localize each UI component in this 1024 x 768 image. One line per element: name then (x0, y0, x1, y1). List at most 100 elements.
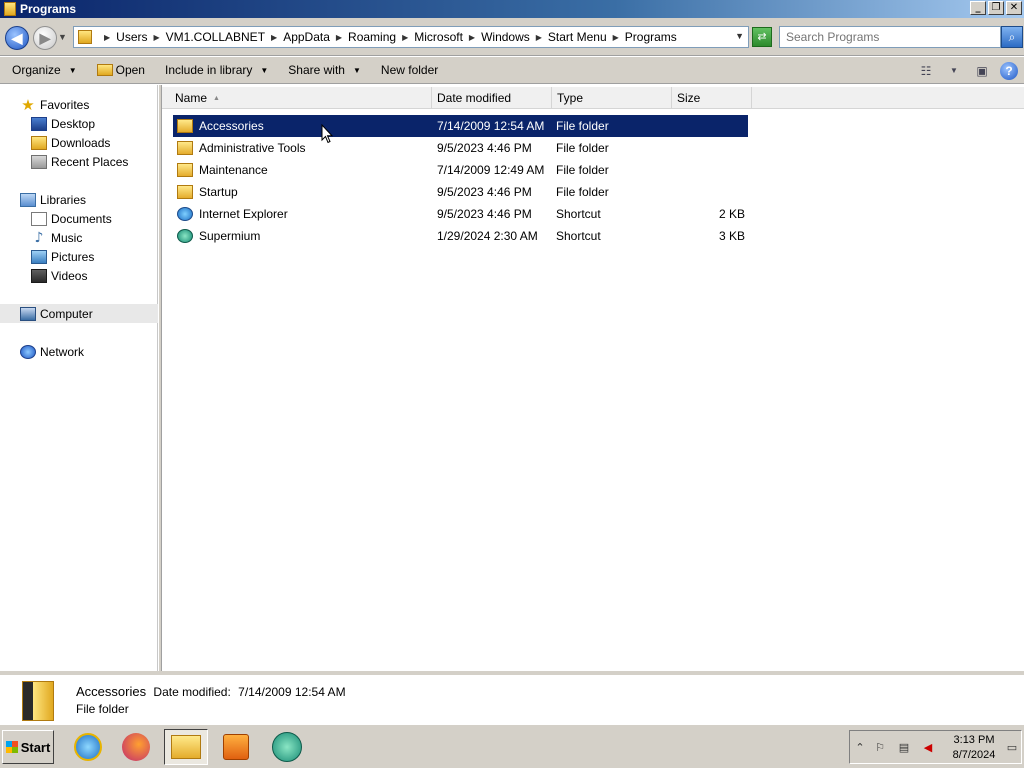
breadcrumb-separator-icon[interactable]: ▶ (271, 33, 277, 42)
file-name: Startup (199, 185, 238, 199)
nav-videos[interactable]: Videos (0, 266, 158, 285)
preview-pane-icon[interactable]: ▣ (972, 62, 992, 80)
title-bar[interactable]: Programs _ ❐ ✕ (0, 0, 1024, 18)
folder-icon (22, 681, 54, 721)
window-title: Programs (20, 2, 77, 16)
window-controls: _ ❐ ✕ (970, 1, 1022, 15)
start-button[interactable]: Start (2, 730, 54, 764)
breadcrumb-item[interactable]: Programs (625, 30, 677, 44)
details-type: File folder (76, 702, 129, 716)
column-header-name[interactable]: Name ▲ (170, 87, 432, 109)
breadcrumb-separator-icon[interactable]: ▶ (613, 33, 619, 42)
refresh-button[interactable]: ⇄ (752, 27, 772, 47)
file-row[interactable]: Startup 9/5/2023 4:46 PM File folder (173, 181, 748, 203)
nav-music[interactable]: ♪ Music (0, 228, 158, 247)
close-button[interactable]: ✕ (1006, 1, 1022, 15)
breadcrumb-separator-icon[interactable]: ▶ (536, 33, 542, 42)
breadcrumb-separator-icon[interactable]: ▶ (154, 33, 160, 42)
nav-label: Documents (51, 211, 112, 226)
change-view-icon[interactable]: ☷ (916, 62, 936, 80)
clock-date: 8/7/2024 (952, 749, 996, 761)
show-hidden-icons-icon[interactable]: ⌃ (853, 741, 867, 755)
breadcrumb-separator-icon[interactable]: ▶ (336, 33, 342, 42)
computer-icon (20, 306, 36, 321)
address-dropdown-icon[interactable]: ▼ (735, 31, 744, 41)
share-with-label: Share with (288, 63, 345, 77)
new-folder-button[interactable]: New folder (381, 59, 438, 81)
address-bar[interactable]: ▶ Users ▶ VM1.COLLABNET ▶ AppData ▶ Roaming ▶ Mic… (73, 26, 749, 48)
nav-label: Downloads (51, 135, 111, 150)
breadcrumb: ▶ Users ▶ VM1.COLLABNET ▶ AppData ▶ Roaming ▶ Mic… (98, 30, 677, 44)
search-icon[interactable]: ⌕ (1001, 26, 1023, 48)
file-row[interactable]: Maintenance 7/14/2009 12:49 AM File folder (173, 159, 748, 181)
folder-icon (177, 185, 193, 199)
column-headers: Name ▲ Date modified Type Size (162, 87, 1024, 109)
pictures-icon (31, 249, 47, 264)
back-button[interactable]: ◀ (5, 26, 29, 50)
show-desktop-icon[interactable]: ▭ (1005, 741, 1019, 755)
navigation-pane: ★ Favorites Desktop Downloads Recent Pla… (0, 85, 158, 671)
share-with-menu[interactable]: Share with ▼ (288, 59, 361, 81)
nav-favorites[interactable]: ★ Favorites (0, 95, 158, 114)
column-header-date[interactable]: Date modified (432, 87, 552, 109)
nav-documents[interactable]: Documents (0, 209, 158, 228)
file-row[interactable]: Internet Explorer 9/5/2023 4:46 PM Shortcu… (173, 203, 748, 225)
nav-network[interactable]: Network (0, 342, 158, 361)
network-tray-icon[interactable]: ▤ (897, 741, 911, 755)
breadcrumb-item[interactable]: Microsoft (414, 30, 463, 44)
file-size: 3 KB (718, 229, 745, 243)
nav-libraries[interactable]: Libraries (0, 190, 158, 209)
breadcrumb-separator-icon[interactable]: ▶ (469, 33, 475, 42)
taskbar-internet-explorer[interactable] (66, 729, 110, 765)
search-input[interactable] (780, 27, 1000, 47)
nav-downloads[interactable]: Downloads (0, 133, 158, 152)
minimize-button[interactable]: _ (970, 1, 986, 15)
action-center-flag-icon[interactable]: ⚐ (873, 741, 887, 755)
column-header-size[interactable]: Size (672, 87, 752, 109)
clock-time: 3:13 PM (953, 734, 995, 746)
search-box[interactable] (779, 26, 1001, 48)
nav-recent-places[interactable]: Recent Places (0, 152, 158, 171)
open-button[interactable]: Open (96, 59, 145, 81)
breadcrumb-separator-icon[interactable]: ▶ (402, 33, 408, 42)
restore-button[interactable]: ❐ (988, 1, 1004, 15)
breadcrumb-item[interactable]: Start Menu (548, 30, 607, 44)
file-row[interactable]: Supermium 1/29/2024 2:30 AM Shortcut 3 KB (173, 225, 748, 247)
nav-label: Desktop (51, 116, 96, 131)
clock[interactable]: 3:13 PM 8/7/2024 (946, 733, 1002, 763)
nav-desktop[interactable]: Desktop (0, 114, 158, 133)
nav-pictures[interactable]: Pictures (0, 247, 158, 266)
taskbar-supermium[interactable] (265, 729, 309, 765)
include-in-library-menu[interactable]: Include in library ▼ (165, 59, 268, 81)
breadcrumb-item[interactable]: AppData (283, 30, 330, 44)
organize-menu[interactable]: Organize ▼ (12, 59, 77, 81)
breadcrumb-item[interactable]: VM1.COLLABNET (166, 30, 265, 44)
file-row[interactable]: Administrative Tools 9/5/2023 4:46 PM File… (173, 137, 748, 159)
taskbar: Start ⌃ ⚐ ▤ ◀ 3:13 PM 8/7/2024 ▭ (0, 724, 1024, 768)
recent-pages-dropdown[interactable]: ▼ (58, 32, 67, 42)
nav-computer[interactable]: Computer (0, 304, 158, 323)
folder-icon (4, 2, 16, 16)
folder-icon (78, 30, 92, 44)
chevron-down-icon: ▼ (68, 65, 77, 75)
taskbar-firefox[interactable] (114, 729, 158, 765)
view-options-dropdown-icon[interactable]: ▼ (944, 62, 964, 80)
internet-explorer-icon (74, 733, 102, 761)
breadcrumb-item[interactable]: Roaming (348, 30, 396, 44)
taskbar-media-player[interactable] (214, 729, 258, 765)
help-icon[interactable]: ? (1000, 61, 1018, 80)
breadcrumb-separator-icon[interactable]: ▶ (104, 33, 110, 42)
file-row[interactable]: Accessories 7/14/2009 12:54 AM File folder (173, 115, 748, 137)
breadcrumb-item[interactable]: Users (116, 30, 147, 44)
downloads-icon (31, 135, 47, 150)
breadcrumb-item[interactable]: Windows (481, 30, 530, 44)
taskbar-windows-explorer[interactable] (164, 729, 208, 765)
file-type: Shortcut (556, 207, 601, 221)
file-size (676, 159, 745, 181)
column-header-type[interactable]: Type (552, 87, 672, 109)
volume-muted-icon[interactable]: ◀ (921, 741, 935, 755)
start-label: Start (20, 739, 51, 755)
forward-button[interactable]: ▶ (33, 26, 57, 50)
details-line-1: Accessories Date modified: 7/14/2009 12:… (76, 684, 346, 699)
file-name: Maintenance (199, 163, 268, 177)
